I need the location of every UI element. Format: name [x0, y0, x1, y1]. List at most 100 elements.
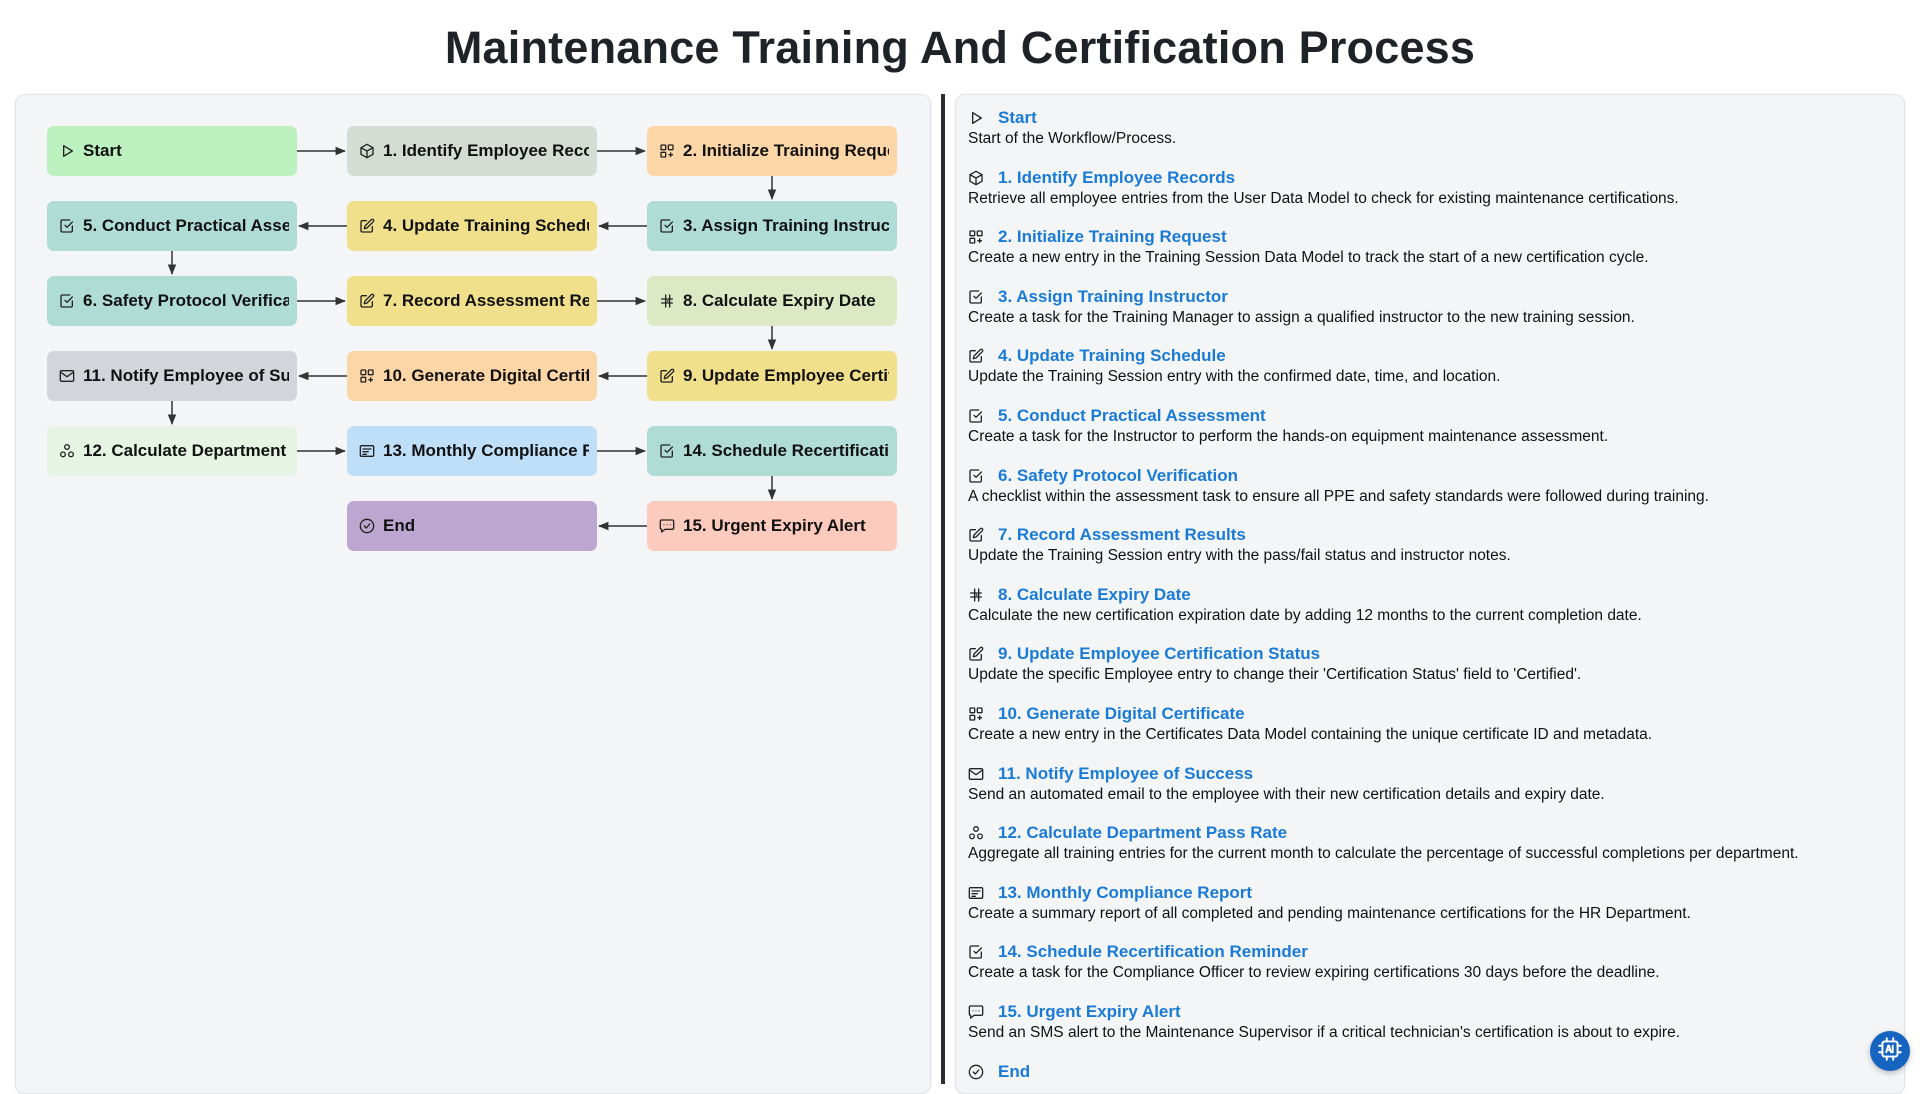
step-header: End: [968, 1061, 1898, 1083]
flow-node-label: 7. Record Assessment Results: [383, 291, 589, 311]
flow-node-11[interactable]: 11. Notify Employee of Success: [47, 351, 297, 401]
page-title: Maintenance Training And Certification P…: [0, 22, 1920, 74]
step-title-link[interactable]: 6. Safety Protocol Verification: [998, 466, 1238, 486]
flow-node-12[interactable]: 12. Calculate Department Pass Rate: [47, 426, 297, 476]
flow-node-15[interactable]: 15. Urgent Expiry Alert: [647, 501, 897, 551]
step-description: Create a new entry in the Certificates D…: [968, 726, 1898, 744]
mail-icon: [968, 766, 984, 782]
step-item: End: [968, 1061, 1898, 1094]
step-title-link[interactable]: 12. Calculate Department Pass Rate: [998, 823, 1287, 843]
hash-icon: [659, 293, 675, 309]
step-title-link[interactable]: 14. Schedule Recertification Reminder: [998, 942, 1308, 962]
report-icon: [968, 885, 984, 901]
step-description: Send an automated email to the employee …: [968, 786, 1898, 804]
panel-splitter[interactable]: [941, 94, 945, 1084]
step-header: 11. Notify Employee of Success: [968, 763, 1898, 785]
step-title-link[interactable]: 10. Generate Digital Certificate: [998, 704, 1245, 724]
checkbox-icon: [968, 468, 984, 484]
checkbox-icon: [659, 218, 675, 234]
step-header: 2. Initialize Training Request: [968, 226, 1898, 248]
flow-node-6[interactable]: 6. Safety Protocol Verification: [47, 276, 297, 326]
ai-assistant-button[interactable]: [1870, 1031, 1910, 1071]
flow-node-8[interactable]: 8. Calculate Expiry Date: [647, 276, 897, 326]
cube-icon: [359, 143, 375, 159]
step-item: 2. Initialize Training RequestCreate a n…: [968, 226, 1898, 286]
flow-node-1[interactable]: 1. Identify Employee Records: [347, 126, 597, 176]
flow-node-9[interactable]: 9. Update Employee Certification Status: [647, 351, 897, 401]
flow-node-0[interactable]: Start: [47, 126, 297, 176]
step-item: 15. Urgent Expiry AlertSend an SMS alert…: [968, 1001, 1898, 1061]
sms-icon: [659, 518, 675, 534]
step-header: 1. Identify Employee Records: [968, 167, 1898, 189]
flow-node-label: 15. Urgent Expiry Alert: [683, 516, 866, 536]
step-title-link[interactable]: 7. Record Assessment Results: [998, 525, 1246, 545]
step-item: 9. Update Employee Certification StatusU…: [968, 643, 1898, 703]
step-item: 1. Identify Employee RecordsRetrieve all…: [968, 167, 1898, 227]
flow-node-7[interactable]: 7. Record Assessment Results: [347, 276, 597, 326]
flow-node-2[interactable]: 2. Initialize Training Request: [647, 126, 897, 176]
share-icon: [59, 443, 75, 459]
steps-panel: Start Start of the Workflow/Process. 1. Id…: [955, 94, 1905, 1094]
flow-node-label: 11. Notify Employee of Success: [83, 366, 289, 386]
flow-node-4[interactable]: 4. Update Training Schedule: [347, 201, 597, 251]
flow-node-label: 8. Calculate Expiry Date: [683, 291, 876, 311]
step-item: 5. Conduct Practical Assessment Create a …: [968, 405, 1898, 465]
step-item: 7. Record Assessment Results Update the T…: [968, 524, 1898, 584]
step-header: 5. Conduct Practical Assessment: [968, 405, 1898, 427]
mail-icon: [59, 368, 75, 384]
checkbox-icon: [968, 944, 984, 960]
edit-icon: [359, 218, 375, 234]
flow-node-13[interactable]: 13. Monthly Compliance Report: [347, 426, 597, 476]
step-description: Update the Training Session entry with t…: [968, 547, 1898, 565]
step-header: Start: [968, 107, 1898, 129]
step-description: Create a task for the Compliance Officer…: [968, 964, 1898, 982]
step-item: 4. Update Training ScheduleUpdate the Tr…: [968, 345, 1898, 405]
step-title-link[interactable]: 4. Update Training Schedule: [998, 346, 1226, 366]
checkbox-icon: [59, 218, 75, 234]
flow-node-16[interactable]: End: [347, 501, 597, 551]
share-icon: [968, 825, 984, 841]
step-item: 11. Notify Employee of Success Send an au…: [968, 763, 1898, 823]
flow-node-label: 5. Conduct Practical Assessment: [83, 216, 289, 236]
step-title-link[interactable]: 13. Monthly Compliance Report: [998, 883, 1252, 903]
step-item: 10. Generate Digital Certificate Create a…: [968, 703, 1898, 763]
checkbox-icon: [968, 408, 984, 424]
step-title-link[interactable]: 11. Notify Employee of Success: [998, 764, 1253, 784]
flow-node-3[interactable]: 3. Assign Training Instructor: [647, 201, 897, 251]
flow-node-label: End: [383, 516, 415, 536]
flow-node-10[interactable]: 10. Generate Digital Certificate: [347, 351, 597, 401]
step-title-link[interactable]: 1. Identify Employee Records: [998, 168, 1235, 188]
step-header: 14. Schedule Recertification Reminder: [968, 941, 1898, 963]
step-header: 6. Safety Protocol Verification: [968, 465, 1898, 487]
step-description: Create a task for the Instructor to perf…: [968, 428, 1898, 446]
step-item: 6. Safety Protocol Verification A checkli…: [968, 465, 1898, 525]
step-description: A checklist within the assessment task t…: [968, 488, 1898, 506]
step-header: 4. Update Training Schedule: [968, 345, 1898, 367]
step-title-link[interactable]: End: [998, 1062, 1030, 1082]
flow-node-label: 3. Assign Training Instructor: [683, 216, 889, 236]
flow-node-label: 6. Safety Protocol Verification: [83, 291, 289, 311]
checkbox-icon: [59, 293, 75, 309]
flow-node-14[interactable]: 14. Schedule Recertification Reminder: [647, 426, 897, 476]
flow-node-label: 13. Monthly Compliance Report: [383, 441, 589, 461]
step-title-link[interactable]: 15. Urgent Expiry Alert: [998, 1002, 1181, 1022]
step-description: Start of the Workflow/Process.: [968, 130, 1898, 148]
step-title-link[interactable]: 8. Calculate Expiry Date: [998, 585, 1191, 605]
check-circle-icon: [968, 1064, 984, 1080]
hash-icon: [968, 587, 984, 603]
step-title-link[interactable]: 2. Initialize Training Request: [998, 227, 1227, 247]
flow-node-label: 9. Update Employee Certification Status: [683, 366, 889, 386]
flow-node-label: 2. Initialize Training Request: [683, 141, 889, 161]
step-title-link[interactable]: 5. Conduct Practical Assessment: [998, 406, 1266, 426]
step-description: Aggregate all training entries for the c…: [968, 845, 1898, 863]
step-description: Create a task for the Training Manager t…: [968, 309, 1898, 327]
step-title-link[interactable]: 9. Update Employee Certification Status: [998, 644, 1320, 664]
step-title-link[interactable]: 3. Assign Training Instructor: [998, 287, 1228, 307]
step-header: 8. Calculate Expiry Date: [968, 584, 1898, 606]
flow-node-5[interactable]: 5. Conduct Practical Assessment: [47, 201, 297, 251]
step-header: 7. Record Assessment Results: [968, 524, 1898, 546]
step-title-link[interactable]: Start: [998, 108, 1037, 128]
flow-node-label: 14. Schedule Recertification Reminder: [683, 441, 889, 461]
step-header: 3. Assign Training Instructor: [968, 286, 1898, 308]
step-header: 15. Urgent Expiry Alert: [968, 1001, 1898, 1023]
